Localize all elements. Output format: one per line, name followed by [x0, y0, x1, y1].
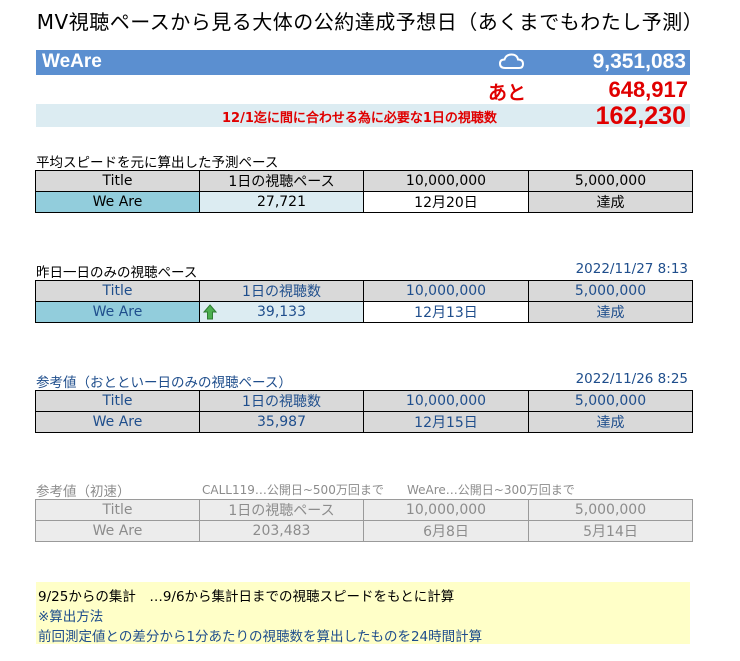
- header-cell: 1日の視聴ペース: [199, 499, 364, 521]
- header-cell: 10,000,000: [363, 499, 529, 521]
- required-daily-row: 12/1迄に間に合わせる為に必要な1日の視聴数 162,230: [36, 102, 690, 130]
- title-cell: We Are: [35, 191, 200, 213]
- note-line-2: ※算出方法: [38, 609, 104, 625]
- initial-pace-table: Title 1日の視聴ペース 10,000,000 5,000,000 We A…: [35, 499, 693, 542]
- date-10m-cell: 12月20日: [363, 191, 529, 213]
- up-arrow-icon: [202, 304, 218, 320]
- initial-note-call119: CALL119…公開日~500万回まで: [202, 483, 384, 497]
- page-title: MV視聴ペースから見る大体の公約達成予想日（あくまでもわたし予測）: [36, 10, 704, 34]
- date-10m-cell: 6月8日: [363, 520, 529, 542]
- header-cell: 10,000,000: [363, 280, 529, 302]
- table-header-row: Title 1日の視聴数 10,000,000 5,000,000: [35, 280, 693, 302]
- pace-cell: 35,987: [199, 411, 364, 433]
- date-5m-cell: 達成: [528, 191, 693, 213]
- header-cell: 10,000,000: [363, 170, 529, 192]
- date-10m-cell: 12月15日: [363, 411, 529, 433]
- header-cell: Title: [35, 170, 200, 192]
- title-cell: We Are: [35, 301, 200, 323]
- header-cell: 1日の視聴数: [199, 390, 364, 412]
- date-5m-cell: 達成: [528, 301, 693, 323]
- header-cell: 5,000,000: [528, 170, 693, 192]
- date-10m-cell: 12月13日: [363, 301, 529, 323]
- yesterday-pace-table: Title 1日の視聴数 10,000,000 5,000,000 We Are…: [35, 280, 693, 323]
- table-header-row: Title 1日の視聴数 10,000,000 5,000,000: [35, 390, 693, 412]
- header-cell: Title: [35, 390, 200, 412]
- yesterday-pace-label: 昨日一日のみの視聴ペース: [36, 265, 198, 281]
- table-header-row: Title 1日の視聴ペース 10,000,000 5,000,000: [35, 170, 693, 192]
- table-row: We Are 39,133 12月13日 達成: [35, 301, 693, 323]
- date-5m-cell: 5月14日: [528, 520, 693, 542]
- note-line-3: 前回測定値との差分から1分あたりの視聴数を算出したものを24時間計算: [38, 629, 483, 645]
- table-row: We Are 203,483 6月8日 5月14日: [35, 520, 693, 542]
- required-daily-value: 162,230: [595, 102, 686, 130]
- avg-pace-label: 平均スピードを元に算出した予測ペース: [36, 155, 279, 171]
- calculation-note: 9/25からの集計 …9/6から集計日までの視聴スピードをもとに計算 ※算出方法…: [36, 582, 690, 645]
- header-cell: 1日の視聴数: [199, 280, 364, 302]
- daybefore-pace-table: Title 1日の視聴数 10,000,000 5,000,000 We Are…: [35, 390, 693, 433]
- initial-pace-label: 参考値（初速）: [36, 484, 131, 500]
- table-row: We Are 35,987 12月15日 達成: [35, 411, 693, 433]
- remaining-label: あと: [488, 82, 527, 104]
- header-cell: 1日の視聴ペース: [199, 170, 364, 192]
- pace-cell: 203,483: [199, 520, 364, 542]
- summary-banner: WeAre 9,351,083: [36, 50, 690, 75]
- title-cell: We Are: [35, 411, 200, 433]
- date-5m-cell: 達成: [528, 411, 693, 433]
- pace-value: 39,133: [257, 304, 306, 320]
- header-cell: Title: [35, 499, 200, 521]
- remaining-value: 648,917: [608, 77, 688, 102]
- song-name: WeAre: [42, 51, 102, 72]
- daybefore-timestamp: 2022/11/26 8:25: [575, 371, 688, 387]
- note-line-1: 9/25からの集計 …9/6から集計日までの視聴スピードをもとに計算: [38, 589, 455, 605]
- header-cell: 10,000,000: [363, 390, 529, 412]
- table-header-row: Title 1日の視聴ペース 10,000,000 5,000,000: [35, 499, 693, 521]
- avg-pace-table: Title 1日の視聴ペース 10,000,000 5,000,000 We A…: [35, 170, 693, 213]
- header-cell: 5,000,000: [528, 280, 693, 302]
- pace-cell: 39,133: [199, 301, 364, 323]
- header-cell: Title: [35, 280, 200, 302]
- daybefore-pace-label: 参考値（おとといー日のみの視聴ペース）: [36, 375, 292, 391]
- header-cell: 5,000,000: [528, 499, 693, 521]
- required-daily-label: 12/1迄に間に合わせる為に必要な1日の視聴数: [222, 111, 497, 126]
- pace-cell: 27,721: [199, 191, 364, 213]
- cloud-icon: [498, 51, 526, 73]
- header-cell: 5,000,000: [528, 390, 693, 412]
- yesterday-timestamp: 2022/11/27 8:13: [575, 261, 688, 277]
- initial-note-weare: WeAre…公開日~300万回まで: [407, 483, 575, 497]
- title-cell: We Are: [35, 520, 200, 542]
- total-view-count: 9,351,083: [592, 50, 686, 73]
- table-row: We Are 27,721 12月20日 達成: [35, 191, 693, 213]
